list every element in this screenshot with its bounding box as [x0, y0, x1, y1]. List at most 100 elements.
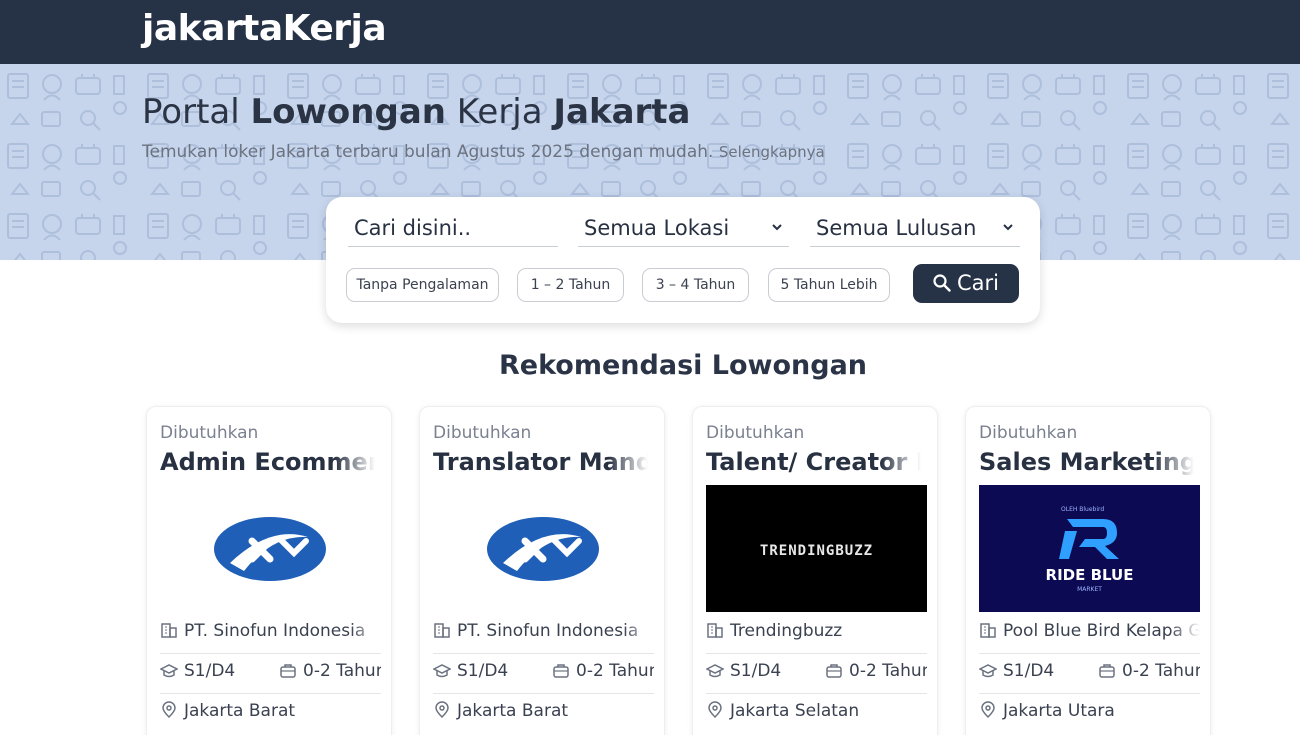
briefcase-icon [280, 664, 296, 678]
hero-title: Portal Lowongan Kerja Jakarta [142, 92, 691, 132]
graduation-cap-icon [979, 664, 997, 678]
job-card[interactable]: Dibutuhkan Admin Ecommerce PT. Sinofun I… [146, 406, 392, 735]
education-level: S1/D4 [184, 661, 236, 681]
company-row: Pool Blue Bird Kelapa Gading [979, 621, 1200, 649]
location-row: Jakarta Utara [979, 701, 1200, 729]
site-logo[interactable]: jakartaKerja [142, 8, 387, 49]
job-card-label: Dibutuhkan [160, 423, 259, 443]
location-row: Jakarta Barat [433, 701, 654, 729]
hero-subtitle: Temukan loker Jakarta terbaru bulan Agus… [142, 142, 825, 162]
ride-blue-logo-top: OLEH Bluebird [1061, 506, 1104, 513]
job-title[interactable]: Translator Mandarin [433, 448, 648, 476]
ride-blue-logo-text: RIDE BLUE [1046, 566, 1134, 584]
location-pin-icon [981, 701, 995, 719]
job-card[interactable]: Dibutuhkan Translator Mandarin PT. Sinof… [419, 406, 665, 735]
job-card[interactable]: Dibutuhkan Talent/ Creator Program TREND… [692, 406, 938, 735]
meta-row: S1/D4 0-2 Tahun [706, 661, 927, 689]
chip-5-plus-years[interactable]: 5 Tahun Lebih [768, 268, 890, 302]
location-row: Jakarta Barat [160, 701, 381, 729]
location-pin-icon [162, 701, 176, 719]
hero-title-part: Portal [142, 92, 251, 132]
ride-blue-logo-subtext: MARKET [1077, 586, 1102, 593]
company-name: PT. Sinofun Indonesia [457, 621, 639, 641]
location-select-value: Semua Lokasi [584, 216, 730, 240]
meta-row: S1/D4 0-2 Tahun [160, 661, 381, 689]
meta-row: S1/D4 0-2 Tahun [433, 661, 654, 689]
experience-value: 0-2 Tahun [849, 661, 927, 681]
briefcase-icon [1099, 664, 1115, 678]
graduation-cap-icon [160, 664, 178, 678]
education-level: S1/D4 [457, 661, 509, 681]
building-icon [707, 623, 723, 638]
search-panel: Cari disini.. Semua Lokasi Semua Lulusan… [326, 197, 1040, 323]
location-row: Jakarta Selatan [706, 701, 927, 729]
search-input[interactable]: Cari disini.. [348, 213, 558, 247]
search-button[interactable]: Cari [913, 264, 1019, 303]
briefcase-icon [826, 664, 842, 678]
chip-1-2-years[interactable]: 1 – 2 Tahun [517, 268, 624, 302]
chip-3-4-years[interactable]: 3 – 4 Tahun [642, 268, 749, 302]
company-name: Trendingbuzz [730, 621, 843, 641]
education-level: S1/D4 [1003, 661, 1055, 681]
meta-row: S1/D4 0-2 Tahun [979, 661, 1200, 689]
trendingbuzz-logo-text: TRENDINGBUZZ [760, 543, 873, 559]
divider [979, 693, 1200, 694]
building-icon [161, 623, 177, 638]
company-row: PT. Sinofun Indonesia [433, 621, 654, 649]
experience-value: 0-2 Tahun [576, 661, 654, 681]
graduation-cap-icon [706, 664, 724, 678]
job-card-label: Dibutuhkan [433, 423, 532, 443]
job-card-label: Dibutuhkan [706, 423, 805, 443]
ride-blue-logo: OLEH Bluebird RIDE BLUE MARKET [979, 485, 1200, 612]
briefcase-icon [553, 664, 569, 678]
divider [979, 653, 1200, 654]
search-icon [933, 274, 951, 292]
chevron-down-icon [1003, 224, 1013, 231]
job-title[interactable]: Talent/ Creator Program [706, 448, 921, 476]
search-input-placeholder: Cari disini.. [354, 216, 472, 240]
experience: 0-2 Tahun [279, 661, 381, 681]
sinofun-logo [487, 517, 599, 581]
location-pin-icon [708, 701, 722, 719]
location-name: Jakarta Utara [1003, 701, 1115, 721]
company-name: PT. Sinofun Indonesia [184, 621, 366, 641]
location-name: Jakarta Selatan [730, 701, 860, 721]
hero-subtitle-text: Temukan loker Jakarta terbaru bulan Agus… [142, 142, 714, 162]
job-card[interactable]: Dibutuhkan Sales Marketing/ OLEH Bluebir… [965, 406, 1211, 735]
experience-value: 0-2 Tahun [1122, 661, 1200, 681]
experience: 0-2 Tahun [552, 661, 654, 681]
experience: 0-2 Tahun [825, 661, 927, 681]
graduation-cap-icon [433, 664, 451, 678]
hero-title-bold: Lowongan [250, 92, 446, 132]
divider [706, 693, 927, 694]
building-icon [434, 623, 450, 638]
section-title: Rekomendasi Lowongan [498, 350, 868, 381]
experience-value: 0-2 Tahun [303, 661, 381, 681]
trendingbuzz-logo: TRENDINGBUZZ [706, 485, 927, 612]
building-icon [980, 623, 996, 638]
more-link[interactable]: Selengkapnya [719, 143, 825, 161]
location-select[interactable]: Semua Lokasi [578, 213, 789, 247]
divider [160, 653, 381, 654]
chip-no-experience[interactable]: Tanpa Pengalaman [346, 268, 499, 302]
top-navbar: jakartaKerja [0, 0, 1300, 64]
divider [160, 693, 381, 694]
education-select[interactable]: Semua Lulusan [810, 213, 1020, 247]
experience: 0-2 Tahun [1098, 661, 1200, 681]
hero-title-bold: Jakarta [553, 92, 691, 132]
divider [433, 693, 654, 694]
search-button-label: Cari [957, 271, 999, 295]
company-name: Pool Blue Bird Kelapa Gading [1003, 621, 1200, 641]
sinofun-logo [214, 517, 326, 581]
education-select-value: Semua Lulusan [816, 216, 977, 240]
divider [706, 653, 927, 654]
chevron-down-icon [772, 224, 782, 231]
location-pin-icon [435, 701, 449, 719]
company-row: Trendingbuzz [706, 621, 927, 649]
job-title[interactable]: Sales Marketing/ [979, 448, 1194, 476]
job-title[interactable]: Admin Ecommerce [160, 448, 375, 476]
job-card-label: Dibutuhkan [979, 423, 1078, 443]
location-name: Jakarta Barat [184, 701, 296, 721]
location-name: Jakarta Barat [457, 701, 569, 721]
education-level: S1/D4 [730, 661, 782, 681]
